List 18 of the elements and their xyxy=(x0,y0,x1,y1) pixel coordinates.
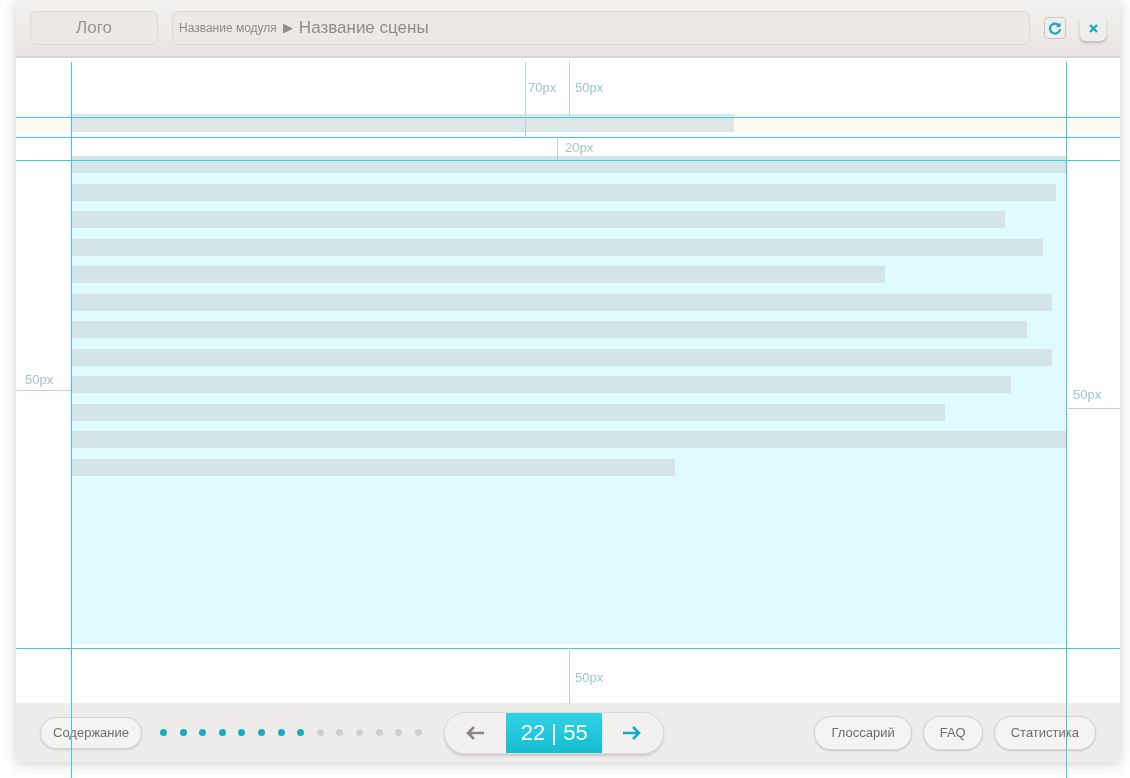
margin-label: 50px xyxy=(575,669,604,687)
refresh-button[interactable] xyxy=(1044,17,1066,39)
close-button[interactable] xyxy=(1080,15,1106,41)
scene-name: Название сцены xyxy=(298,17,429,40)
refresh-icon xyxy=(1048,21,1062,35)
margin-label: 50px xyxy=(1073,386,1102,404)
module-name[interactable]: Название модуля xyxy=(179,19,277,37)
arrow-right-icon xyxy=(622,724,643,741)
margin-label: 50px xyxy=(575,79,604,97)
close-icon xyxy=(1088,23,1098,33)
nav-button[interactable]: Глоссарий xyxy=(814,715,912,750)
page-counter: 22 | 55 xyxy=(506,712,603,753)
breadcrumb-separator: ▶ xyxy=(282,19,293,38)
margin-label: 50px xyxy=(25,371,54,389)
margin-label: 20px xyxy=(565,139,594,157)
margin-label: 70px xyxy=(528,79,557,97)
nav-button[interactable]: FAQ xyxy=(922,715,983,750)
arrow-left-icon xyxy=(465,724,486,741)
